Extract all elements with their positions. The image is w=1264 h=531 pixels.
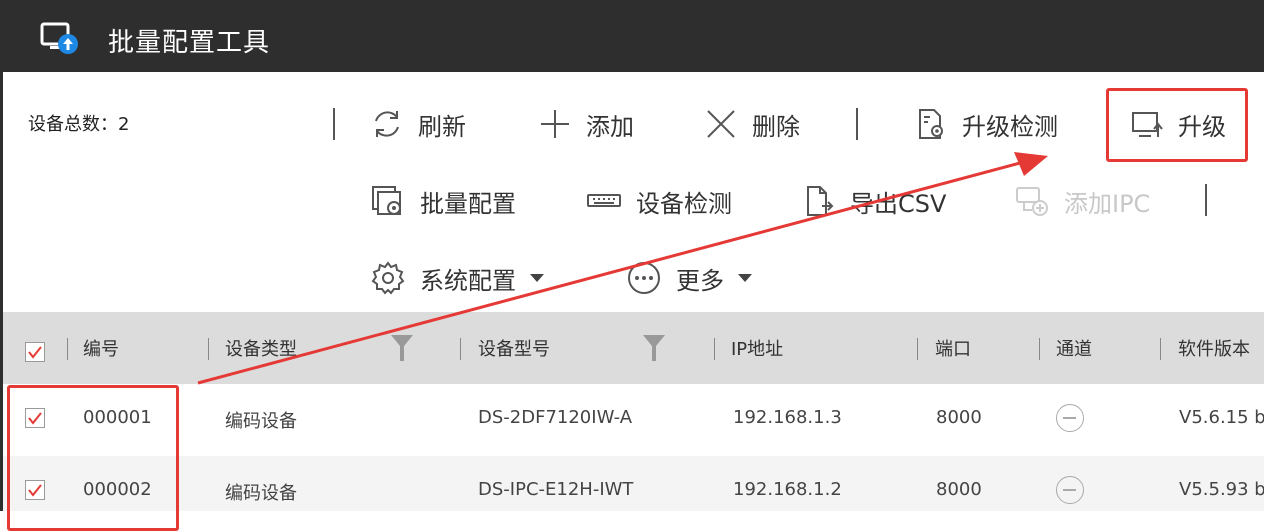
close-icon xyxy=(707,110,735,138)
filter-icon[interactable] xyxy=(390,334,414,362)
refresh-icon xyxy=(375,111,399,137)
camera-add-icon xyxy=(1016,187,1048,216)
table-row[interactable]: 000001 编码设备 DS-2DF7120IW-A 192.168.1.3 8… xyxy=(3,384,1264,456)
channel-status-icon[interactable] xyxy=(1056,476,1084,504)
cell-device-model: DS-IPC-E12H-IWT xyxy=(478,479,634,500)
table-row[interactable]: 000002 编码设备 DS-IPC-E12H-IWT 192.168.1.2 … xyxy=(3,456,1264,511)
export-csv-button[interactable]: 导出CSV xyxy=(802,181,946,221)
toolbar-separator xyxy=(856,108,858,140)
document-export-icon xyxy=(807,186,834,216)
select-all-checkbox[interactable] xyxy=(25,342,45,362)
upgrade-check-label: 升级检测 xyxy=(962,112,1058,141)
add-ipc-button[interactable]: 添加IPC xyxy=(1014,181,1150,221)
channel-status-icon[interactable] xyxy=(1056,404,1084,432)
cell-software-version: V5.6.15 bu xyxy=(1179,407,1264,428)
toolbar-separator xyxy=(1205,184,1207,216)
column-header-device-type[interactable]: 设备类型 xyxy=(225,312,297,384)
column-header-port[interactable]: 端口 xyxy=(935,312,971,384)
cell-device-type: 编码设备 xyxy=(225,411,297,432)
cell-port: 8000 xyxy=(936,407,982,428)
document-gear-icon xyxy=(919,109,943,139)
gear-icon xyxy=(371,261,405,295)
filter-icon[interactable] xyxy=(642,334,666,362)
batch-config-label: 批量配置 xyxy=(420,189,516,218)
column-header-ip[interactable]: IP地址 xyxy=(731,312,783,384)
more-dropdown[interactable]: 更多 xyxy=(626,258,752,298)
chevron-down-icon xyxy=(738,274,752,282)
cell-ip: 192.168.1.3 xyxy=(733,407,842,428)
rows-highlight-box xyxy=(7,385,179,531)
more-dots-icon xyxy=(628,262,660,294)
system-config-label: 系统配置 xyxy=(420,266,516,295)
keyboard-device-icon xyxy=(587,194,621,207)
column-header-channel[interactable]: 通道 xyxy=(1056,312,1092,384)
device-check-label: 设备检测 xyxy=(636,189,732,218)
monitor-upload-icon xyxy=(40,22,78,54)
chevron-down-icon xyxy=(530,274,544,282)
upgrade-check-button[interactable]: 升级检测 xyxy=(914,104,1058,144)
toolbar-separator xyxy=(333,108,335,140)
cell-device-model: DS-2DF7120IW-A xyxy=(478,407,633,428)
batch-config-button[interactable]: 批量配置 xyxy=(370,181,516,221)
upgrade-highlight-box xyxy=(1106,88,1248,162)
checkmark-icon xyxy=(28,346,42,359)
table-header: 编号 设备类型 设备型号 IP地址 端口 通道 软件版本 xyxy=(3,312,1264,384)
column-header-software-version[interactable]: 软件版本 xyxy=(1178,312,1250,384)
device-count: 设备总数：2 xyxy=(28,114,130,135)
more-label: 更多 xyxy=(676,266,724,295)
cell-software-version: V5.5.93 bu xyxy=(1179,479,1264,500)
refresh-button[interactable]: 刷新 xyxy=(370,104,466,144)
delete-button[interactable]: 删除 xyxy=(704,104,800,144)
export-csv-label: 导出CSV xyxy=(850,189,947,218)
refresh-label: 刷新 xyxy=(418,112,466,141)
add-button[interactable]: 添加 xyxy=(538,104,634,144)
add-label: 添加 xyxy=(586,112,634,141)
cell-ip: 192.168.1.2 xyxy=(733,479,842,500)
plus-icon xyxy=(541,110,569,138)
cell-device-type: 编码设备 xyxy=(225,483,297,504)
delete-label: 删除 xyxy=(752,112,800,141)
column-header-id[interactable]: 编号 xyxy=(83,312,119,384)
device-check-button[interactable]: 设备检测 xyxy=(586,181,732,221)
app-title: 批量配置工具 xyxy=(108,28,271,58)
add-ipc-label: 添加IPC xyxy=(1064,189,1151,218)
batch-config-icon xyxy=(372,186,401,215)
system-config-dropdown[interactable]: 系统配置 xyxy=(370,258,544,298)
cell-port: 8000 xyxy=(936,479,982,500)
column-header-device-model[interactable]: 设备型号 xyxy=(478,312,550,384)
title-bar: 批量配置工具 xyxy=(0,0,1264,72)
